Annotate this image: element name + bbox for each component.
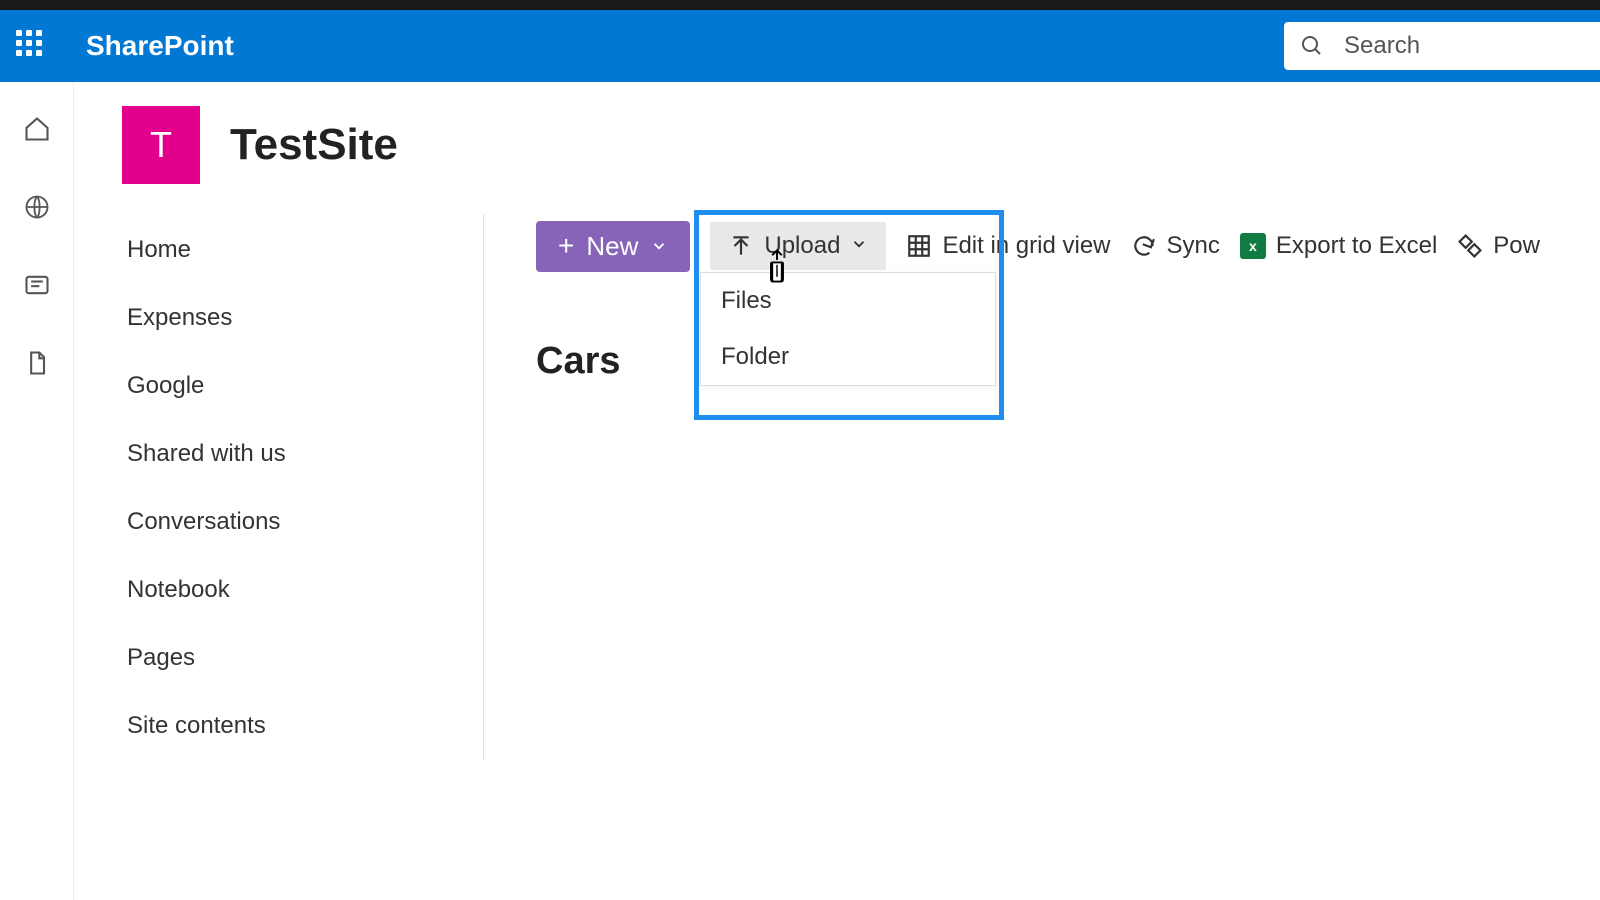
search-box[interactable]: Search: [1284, 22, 1600, 70]
chevron-down-icon: [850, 232, 868, 260]
upload-files-item[interactable]: Files: [701, 273, 995, 329]
upload-dropdown: Files Folder: [700, 272, 996, 386]
product-name[interactable]: SharePoint: [86, 30, 234, 62]
nav-expenses[interactable]: Expenses: [122, 284, 483, 352]
power-button[interactable]: Pow: [1457, 232, 1540, 260]
upload-icon: [728, 233, 754, 259]
site-title[interactable]: TestSite: [230, 120, 398, 170]
nav-site-contents[interactable]: Site contents: [122, 692, 483, 760]
new-button[interactable]: + New: [536, 221, 690, 272]
upload-button[interactable]: Upload: [710, 222, 886, 270]
file-icon[interactable]: [20, 346, 54, 380]
sync-icon: [1131, 233, 1157, 259]
edit-grid-button[interactable]: Edit in grid view: [906, 232, 1110, 260]
power-icon: [1457, 233, 1483, 259]
news-icon[interactable]: [20, 268, 54, 302]
browser-chrome-bar: [0, 0, 1600, 10]
sync-button[interactable]: Sync: [1131, 232, 1220, 260]
home-icon[interactable]: [20, 112, 54, 146]
sync-label: Sync: [1167, 232, 1220, 260]
nav-home[interactable]: Home: [122, 216, 483, 284]
chevron-down-icon: [650, 231, 668, 262]
search-placeholder: Search: [1344, 32, 1420, 60]
new-button-label: New: [586, 231, 638, 262]
plus-icon: +: [558, 232, 574, 260]
export-excel-button[interactable]: x Export to Excel: [1240, 232, 1437, 260]
nav-conversations[interactable]: Conversations: [122, 488, 483, 556]
app-rail: [0, 82, 74, 900]
upload-button-label: Upload: [764, 232, 840, 260]
list-title: Cars: [536, 340, 1600, 383]
site-header: T TestSite: [122, 106, 1600, 184]
left-nav: Home Expenses Google Shared with us Conv…: [122, 214, 484, 760]
nav-shared[interactable]: Shared with us: [122, 420, 483, 488]
site-logo[interactable]: T: [122, 106, 200, 184]
nav-notebook[interactable]: Notebook: [122, 556, 483, 624]
power-label: Pow: [1493, 232, 1540, 260]
app-launcher-icon[interactable]: [16, 30, 48, 62]
grid-icon: [906, 233, 932, 259]
export-excel-label: Export to Excel: [1276, 232, 1437, 260]
suite-bar: SharePoint Search: [0, 10, 1600, 82]
nav-pages[interactable]: Pages: [122, 624, 483, 692]
edit-grid-label: Edit in grid view: [942, 232, 1110, 260]
globe-icon[interactable]: [20, 190, 54, 224]
excel-icon: x: [1240, 233, 1266, 259]
search-icon: [1300, 34, 1324, 58]
command-bar: + New Upload: [536, 218, 1600, 274]
nav-google[interactable]: Google: [122, 352, 483, 420]
upload-folder-item[interactable]: Folder: [701, 329, 995, 385]
